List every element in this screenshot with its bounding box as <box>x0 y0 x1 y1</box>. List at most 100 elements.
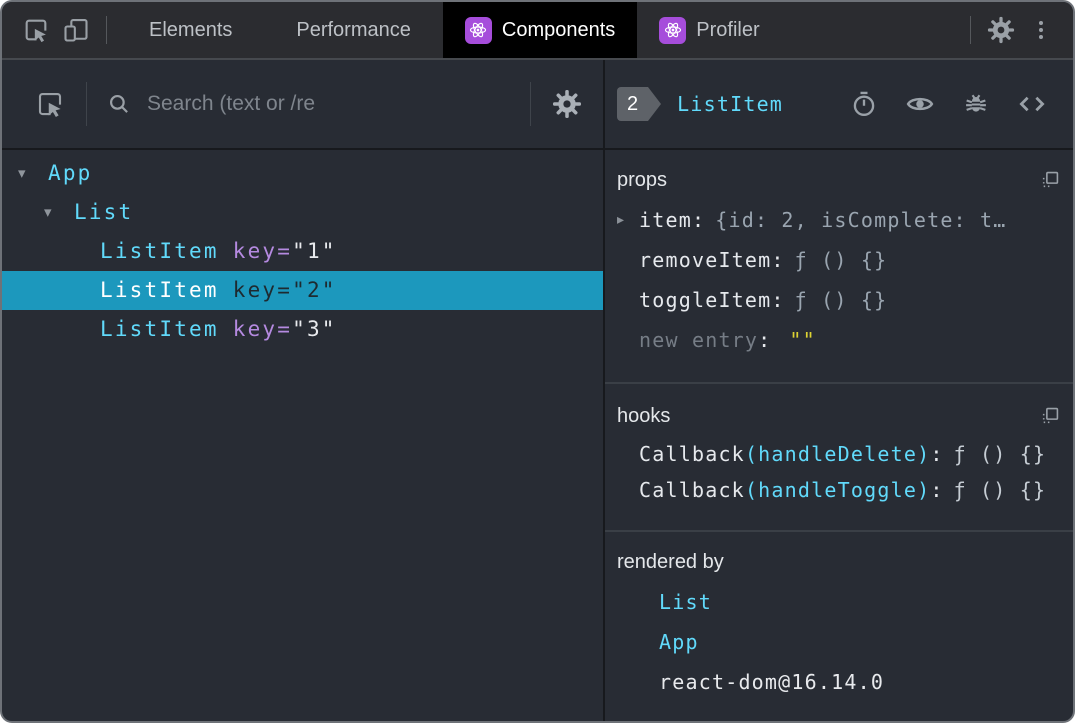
search-box <box>105 90 512 118</box>
tabbar-divider <box>970 16 971 44</box>
tree-row-listitem-1[interactable]: ListItem key="1" <box>2 232 603 271</box>
components-settings-button[interactable] <box>549 86 585 122</box>
device-toolbar-icon <box>62 16 90 44</box>
hook-value: ƒ () {} <box>953 478 1047 502</box>
tree-pane: ▾ App ▾ List ListItem key="1" ListItem k… <box>2 60 605 721</box>
prop-value: ƒ () {} <box>794 248 888 272</box>
stopwatch-icon <box>850 90 878 118</box>
toolbar-divider <box>86 82 87 126</box>
component-name: List <box>74 200 134 224</box>
hooks-section: hooks Callback (handleDelete): ƒ () {} C… <box>605 384 1073 532</box>
prop-row-removeitem[interactable]: removeItem: ƒ () {} <box>617 240 1059 280</box>
tab-elements[interactable]: Elements <box>117 2 264 58</box>
inspect-icon <box>22 16 50 44</box>
inspect-icon <box>35 89 65 119</box>
inspect-dom-button[interactable] <box>905 89 935 119</box>
inspected-element-pane: 2 ListItem props ▸ item: {id: 2, isComp… <box>605 60 1073 721</box>
hook-row-handletoggle[interactable]: Callback (handleToggle): ƒ () {} <box>617 472 1059 508</box>
tree-row-listitem-2-selected[interactable]: ListItem key="2" <box>2 271 603 310</box>
hook-type: Callback <box>639 442 745 466</box>
component-tree: ▾ App ▾ List ListItem key="1" ListItem k… <box>2 150 603 721</box>
tab-label: Profiler <box>696 18 760 41</box>
search-input[interactable] <box>147 92 512 116</box>
owner-link-list[interactable]: List <box>659 590 712 614</box>
prop-value: ƒ () {} <box>794 288 888 312</box>
badge-count: 2 <box>617 87 649 121</box>
hook-row-handledelete[interactable]: Callback (handleDelete): ƒ () {} <box>617 436 1059 472</box>
rendered-by-item: List <box>617 582 1059 622</box>
settings-gear-icon <box>552 89 582 119</box>
component-name: ListItem <box>100 278 219 302</box>
kebab-menu-icon <box>1029 18 1053 42</box>
tab-label: Performance <box>296 18 411 41</box>
eye-icon <box>905 89 935 119</box>
components-panel: ▾ App ▾ List ListItem key="1" ListItem k… <box>2 60 1073 721</box>
search-icon <box>105 90 133 118</box>
hook-value: ƒ () {} <box>953 442 1047 466</box>
view-source-button[interactable] <box>1017 89 1047 119</box>
settings-gear-icon <box>987 16 1015 44</box>
react-logo-icon <box>659 16 687 44</box>
tab-label: Elements <box>149 18 233 41</box>
key-attribute: key="3" <box>232 317 337 341</box>
inspect-element-button[interactable] <box>16 10 56 50</box>
key-attribute: key="1" <box>232 239 337 263</box>
tabbar-divider <box>106 16 107 44</box>
hook-name: (handleDelete) <box>744 442 931 466</box>
view-source-icon <box>1017 89 1047 119</box>
tabbar-right-controls <box>960 10 1073 50</box>
component-name: ListItem <box>100 239 219 263</box>
tab-components[interactable]: Components <box>442 2 638 58</box>
expand-twisty-icon[interactable]: ▾ <box>18 154 48 193</box>
header-action-icons <box>849 89 1047 119</box>
devtools-tabbar: Elements Performance Components Profiler <box>2 2 1073 60</box>
tree-row-list[interactable]: ▾ List <box>2 193 603 232</box>
bug-icon <box>962 90 990 118</box>
component-name: ListItem <box>100 317 219 341</box>
rendered-by-item: react-dom@16.14.0 <box>617 662 1059 702</box>
new-entry-name-input[interactable]: new entry <box>639 320 758 360</box>
prop-name: item <box>639 208 692 232</box>
prop-row-new-entry[interactable]: new entry: "" <box>617 320 1059 360</box>
copy-props-button[interactable] <box>1040 171 1059 190</box>
badge-arrow <box>648 87 662 121</box>
expand-twisty-icon[interactable]: ▾ <box>44 193 74 232</box>
copy-icon <box>1040 171 1059 190</box>
rendered-by-item: App <box>617 622 1059 662</box>
key-attribute: key="2" <box>232 278 337 302</box>
tab-performance[interactable]: Performance <box>264 2 443 58</box>
log-to-console-button[interactable] <box>961 89 991 119</box>
select-element-button[interactable] <box>32 86 68 122</box>
tree-toolbar <box>2 60 603 150</box>
hooks-heading: hooks <box>617 404 671 427</box>
expand-twisty-icon[interactable]: ▸ <box>617 200 639 240</box>
react-logo-icon <box>464 16 492 44</box>
tree-row-listitem-3[interactable]: ListItem key="3" <box>2 310 603 349</box>
props-section: props ▸ item: {id: 2, isComplete: t… rem… <box>605 150 1073 384</box>
prop-value: {id: 2, isComplete: t… <box>715 208 1007 232</box>
selected-component-title: ListItem <box>677 92 784 116</box>
tab-label: Components <box>501 18 616 41</box>
prop-row-toggleitem[interactable]: toggleItem: ƒ () {} <box>617 280 1059 320</box>
tree-row-app[interactable]: ▾ App <box>2 154 603 193</box>
prop-name: removeItem <box>639 248 772 272</box>
copy-hooks-button[interactable] <box>1040 407 1059 426</box>
prop-row-item[interactable]: ▸ item: {id: 2, isComplete: t… <box>617 200 1059 240</box>
toolbar-divider <box>530 82 531 126</box>
device-toolbar-button[interactable] <box>56 10 96 50</box>
owner-link-app[interactable]: App <box>659 630 699 654</box>
new-entry-value-input[interactable]: "" <box>789 320 815 360</box>
props-heading: props <box>617 168 668 191</box>
devtools-settings-button[interactable] <box>981 10 1021 50</box>
devtools-menu-button[interactable] <box>1021 10 1061 50</box>
copy-icon <box>1040 407 1059 426</box>
inspected-element-header: 2 ListItem <box>605 60 1073 150</box>
component-name: App <box>48 161 93 185</box>
tab-profiler[interactable]: Profiler <box>637 2 781 58</box>
devtools-window: Elements Performance Components Profiler… <box>0 0 1075 723</box>
suspend-toggle-button[interactable] <box>849 89 879 119</box>
owners-count-badge: 2 <box>617 87 662 121</box>
rendered-by-heading: rendered by <box>617 550 724 573</box>
rendered-by-section: rendered by List App react-dom@16.14.0 <box>605 532 1073 721</box>
renderer-version: react-dom@16.14.0 <box>659 670 885 694</box>
